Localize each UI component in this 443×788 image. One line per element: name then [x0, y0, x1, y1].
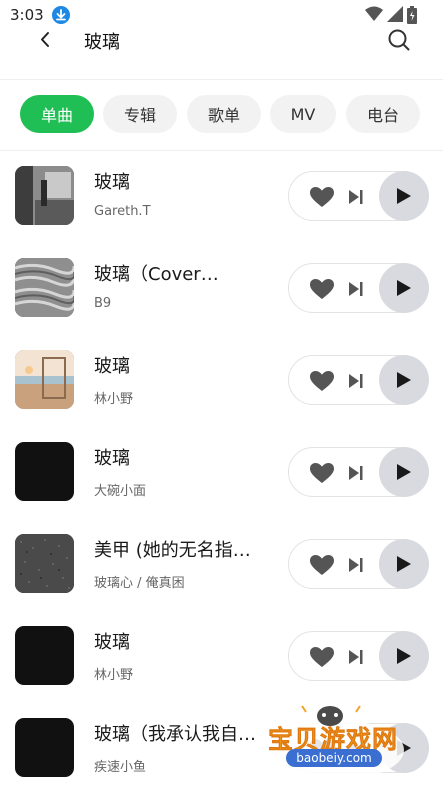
- song-title: 玻璃: [94, 632, 130, 653]
- album-cover: [15, 718, 74, 777]
- battery-icon: [407, 6, 417, 24]
- next-button[interactable]: [347, 555, 365, 575]
- skip-next-icon: [349, 190, 363, 204]
- tab-single[interactable]: 单曲: [20, 95, 94, 133]
- heart-icon: [310, 463, 334, 483]
- wifi-icon: [365, 6, 383, 21]
- album-cover: [15, 350, 74, 409]
- like-button[interactable]: [309, 278, 335, 300]
- tab-playlist[interactable]: 歌单: [187, 95, 261, 133]
- play-button[interactable]: [379, 539, 429, 589]
- status-bar: 3:03: [0, 0, 443, 30]
- skip-next-icon: [349, 282, 363, 296]
- song-row[interactable]: 玻璃（Cover… B9: [0, 243, 443, 335]
- song-title: 玻璃（我承认我自…: [94, 724, 256, 745]
- song-controls: [288, 631, 429, 681]
- album-cover: [15, 258, 74, 317]
- album-cover: [15, 442, 74, 501]
- album-cover: [15, 534, 74, 593]
- song-artist: B9: [94, 296, 112, 311]
- song-controls: [288, 355, 429, 405]
- song-row[interactable]: 玻璃 大碗小面: [0, 427, 443, 519]
- download-icon: [52, 6, 70, 24]
- play-button[interactable]: [379, 263, 429, 313]
- tab-radio[interactable]: 电台: [346, 95, 420, 133]
- song-controls: [288, 539, 429, 589]
- signal-icon: [387, 6, 403, 22]
- album-cover: [15, 166, 74, 225]
- search-icon: [388, 29, 410, 51]
- skip-next-icon: [349, 558, 363, 572]
- song-artist: 大碗小面: [94, 484, 147, 499]
- song-title: 玻璃: [94, 172, 130, 193]
- skip-next-icon: [349, 650, 363, 664]
- song-artist: 疾速小鱼: [94, 760, 147, 775]
- like-button[interactable]: [309, 646, 335, 668]
- next-button[interactable]: [347, 187, 365, 207]
- song-artist: 玻璃心 / 俺真困: [94, 576, 185, 591]
- like-button[interactable]: [309, 554, 335, 576]
- like-button[interactable]: [309, 186, 335, 208]
- play-icon: [397, 188, 411, 204]
- play-icon: [397, 280, 411, 296]
- next-button[interactable]: [347, 463, 365, 483]
- top-bar: 玻璃: [0, 27, 443, 80]
- play-button[interactable]: [379, 171, 429, 221]
- song-row[interactable]: 玻璃 Gareth.T: [0, 151, 443, 243]
- heart-icon: [310, 647, 334, 667]
- tab-album[interactable]: 专辑: [103, 95, 177, 133]
- skip-next-icon: [349, 374, 363, 388]
- song-row[interactable]: 美甲 (她的无名指… 玻璃心 / 俺真困: [0, 519, 443, 611]
- play-icon: [397, 556, 411, 572]
- song-controls: [288, 171, 429, 221]
- song-artist: Gareth.T: [94, 204, 151, 219]
- song-title: 玻璃（Cover…: [94, 264, 219, 285]
- next-button[interactable]: [347, 279, 365, 299]
- play-button[interactable]: [379, 447, 429, 497]
- song-row[interactable]: 玻璃 林小野: [0, 611, 443, 703]
- song-title: 玻璃: [94, 356, 130, 377]
- song-title: 美甲 (她的无名指…: [94, 540, 251, 561]
- heart-icon: [310, 187, 334, 207]
- heart-icon: [310, 279, 334, 299]
- next-button[interactable]: [347, 647, 365, 667]
- song-title: 玻璃: [94, 448, 130, 469]
- heart-icon: [310, 555, 334, 575]
- category-tabs: 单曲 专辑 歌单 MV 电台: [0, 95, 443, 135]
- play-button[interactable]: [379, 355, 429, 405]
- page-title: 玻璃: [84, 32, 120, 53]
- song-controls: [288, 447, 429, 497]
- back-button[interactable]: [30, 30, 60, 50]
- status-time: 3:03: [10, 6, 44, 24]
- play-icon: [397, 464, 411, 480]
- search-button[interactable]: [386, 27, 412, 53]
- play-icon: [397, 372, 411, 388]
- like-button[interactable]: [309, 462, 335, 484]
- play-button[interactable]: [379, 631, 429, 681]
- album-cover: [15, 626, 74, 685]
- play-icon: [397, 648, 411, 664]
- tab-mv[interactable]: MV: [270, 95, 336, 133]
- song-artist: 林小野: [94, 668, 134, 683]
- song-artist: 林小野: [94, 392, 134, 407]
- heart-icon: [310, 371, 334, 391]
- skip-next-icon: [349, 466, 363, 480]
- watermark-logo: 宝贝游戏网 baobeiy.com: [266, 700, 411, 782]
- like-button[interactable]: [309, 370, 335, 392]
- watermark-url: baobeiy.com: [286, 749, 382, 767]
- song-row[interactable]: 玻璃 林小野: [0, 335, 443, 427]
- next-button[interactable]: [347, 371, 365, 391]
- song-controls: [288, 263, 429, 313]
- chevron-left-icon: [41, 32, 49, 47]
